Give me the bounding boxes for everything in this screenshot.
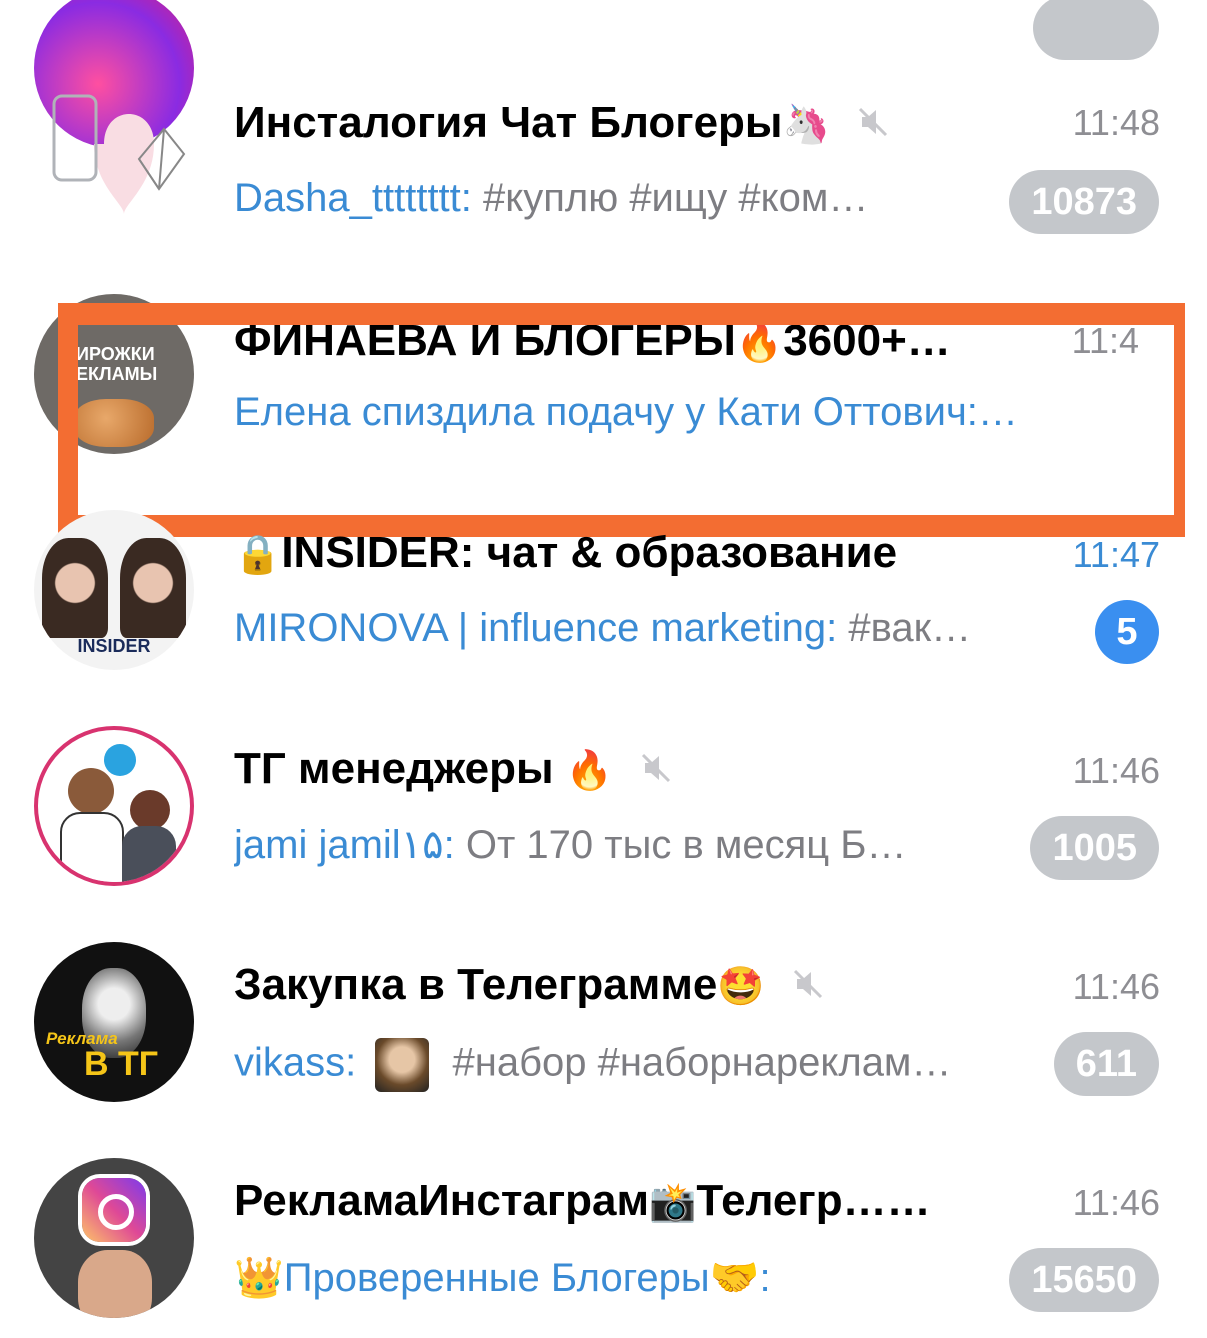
lock-icon: 🔒 — [234, 534, 282, 576]
fire-icon: 🔥 — [565, 750, 614, 792]
chat-title-text: Закупка в Телеграмме — [234, 960, 718, 1009]
chat-row[interactable]: Инсталогия Чат Блогеры🦄 11:48 Dasha_tttt… — [0, 42, 1207, 258]
message-sender: vikass: — [234, 1040, 357, 1085]
chat-title: 🔒INSIDER: чат & образование — [234, 528, 1014, 578]
muted-icon — [856, 100, 890, 150]
person-photo — [120, 538, 186, 638]
telegram-icon — [104, 744, 136, 776]
chat-preview: 👑Проверенные Блогеры🤝: — [234, 1254, 974, 1301]
chat-preview: jami jamil۱۵: От 170 тыс в месяц Б… — [234, 822, 994, 868]
person-illustration — [60, 812, 124, 882]
muted-icon — [791, 962, 825, 1012]
chat-row[interactable]: INSIDER 🔒INSIDER: чат & образование 11:4… — [0, 474, 1207, 690]
message-sender: Dasha_tttttttt: — [234, 176, 472, 220]
chat-title: Закупка в Телеграмме🤩 — [234, 960, 934, 1012]
chat-title: Инсталогия Чат Блогеры🦄 — [234, 98, 934, 150]
message-text: От 170 тыс в месяц Б… — [454, 823, 907, 867]
chat-row[interactable]: ТГ менеджеры 🔥 11:46 jami jamil۱۵: От 17… — [0, 690, 1207, 906]
chat-avatar — [34, 726, 194, 886]
unread-badge: 611 — [1053, 1032, 1159, 1096]
chat-title: РекламаИнстаграм📸Телегр… — [234, 1176, 934, 1228]
unicorn-icon: 🦄 — [782, 104, 830, 146]
chat-time: 11:46 — [1072, 966, 1160, 1007]
chat-preview: vikass: #набор #наборнареклам… — [234, 1038, 1034, 1092]
muted-icon — [639, 746, 673, 796]
message-text: #вак… — [837, 606, 972, 650]
chat-preview: Dasha_tttttttt: #куплю #ищу #ком… — [234, 176, 979, 221]
person-photo — [42, 538, 108, 638]
instagram-icon — [82, 1178, 146, 1242]
chat-avatar — [34, 74, 194, 234]
chat-title-text: Инсталогия Чат Блогеры — [234, 98, 783, 147]
chat-avatar: INSIDER — [34, 510, 194, 670]
unread-badge: 1005 — [1030, 816, 1159, 880]
star-struck-icon: 🤩 — [717, 966, 765, 1008]
chat-time: 11:47 — [1072, 534, 1160, 575]
person-illustration — [68, 768, 114, 814]
chat-row[interactable]: Реклама В ТГ Закупка в Телеграмме🤩 11:46… — [0, 906, 1207, 1122]
chat-avatar — [34, 1158, 194, 1318]
person-photo — [78, 1250, 152, 1318]
chat-title-text: INSIDER: чат & образование — [281, 528, 898, 577]
avatar-text: Реклама В ТГ — [46, 1029, 159, 1083]
chat-preview: MIRONOVA | influence marketing: #вак… — [234, 606, 1069, 651]
chat-time: 11:46 — [1072, 1182, 1160, 1223]
chat-time: 11:46 — [1072, 750, 1160, 791]
chat-row-partial[interactable] — [0, 0, 1207, 148]
chat-title-text: РекламаИнстаграм — [234, 1176, 650, 1225]
person-illustration — [122, 826, 176, 882]
chat-time: 11:48 — [1072, 102, 1160, 143]
chat-title-suffix: Телегр… — [696, 1176, 887, 1225]
avatar-label: INSIDER — [77, 636, 151, 656]
photo-thumbnail — [375, 1038, 430, 1092]
camera-flash-icon: 📸 — [649, 1182, 697, 1224]
chat-row[interactable]: РекламаИнстаграм📸Телегр… 11:46 👑Проверен… — [0, 1122, 1207, 1338]
unread-badge: 10873 — [1009, 170, 1159, 234]
message-text: #куплю #ищу #ком… — [471, 176, 869, 220]
unread-badge: 15650 — [1009, 1248, 1159, 1312]
message-sender: jami jamil۱۵: — [234, 823, 455, 867]
chat-title: ТГ менеджеры 🔥 — [234, 744, 934, 796]
chat-title-text: ТГ менеджеры — [234, 744, 566, 793]
person-illustration — [130, 790, 170, 830]
message-sender: MIRONOVA | influence marketing: — [234, 606, 838, 650]
unread-badge: 5 — [1095, 600, 1159, 664]
message-sender: 👑Проверенные Блогеры🤝: — [234, 1256, 771, 1300]
chat-avatar: Реклама В ТГ — [34, 942, 194, 1102]
message-text: #набор #наборнареклам… — [441, 1040, 952, 1085]
